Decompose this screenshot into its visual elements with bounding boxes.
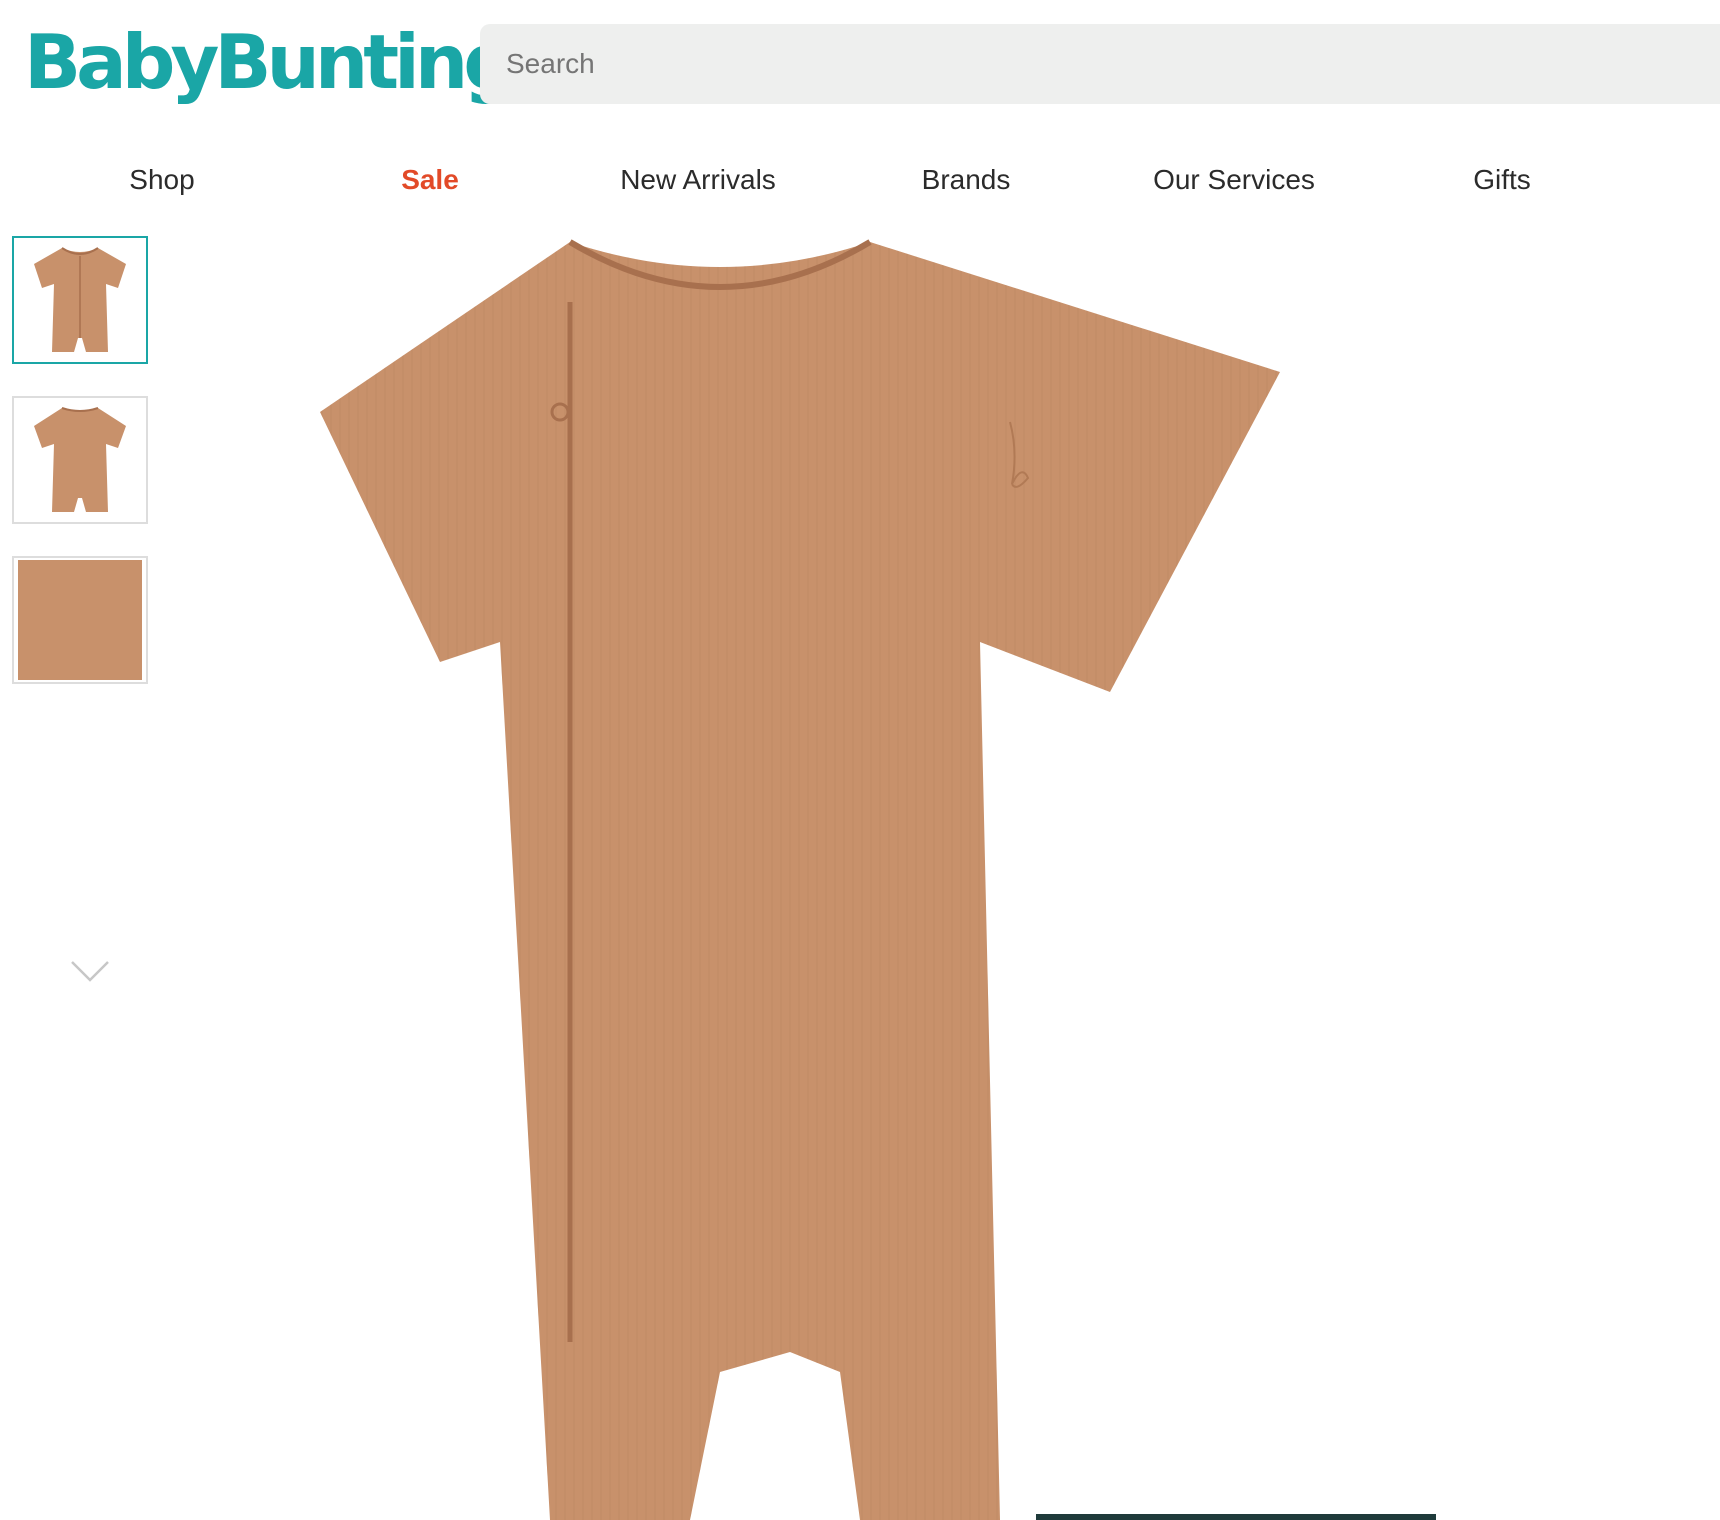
nav-new-arrivals[interactable]: New Arrivals xyxy=(564,138,832,222)
search-bar[interactable] xyxy=(480,24,1720,104)
chevron-down-icon[interactable] xyxy=(68,956,112,986)
thumbnail-front[interactable] xyxy=(12,236,148,364)
romper-front-image xyxy=(34,247,126,352)
nav-sale[interactable]: Sale xyxy=(296,138,564,222)
product-main-image xyxy=(320,239,1280,1520)
nav-our-services[interactable]: Our Services xyxy=(1100,138,1368,222)
site-header: BabyBunting xyxy=(0,0,1720,128)
thumbnail-fabric[interactable] xyxy=(12,556,148,684)
romper-body xyxy=(320,242,1280,1520)
sticky-bar-edge xyxy=(1036,1514,1436,1520)
main-nav: Shop Sale New Arrivals Brands Our Servic… xyxy=(0,138,1720,222)
nav-shop[interactable]: Shop xyxy=(28,138,296,222)
nav-brands[interactable]: Brands xyxy=(832,138,1100,222)
logo[interactable]: BabyBunting xyxy=(24,16,517,108)
search-input[interactable] xyxy=(504,47,1720,81)
fabric-detail-image xyxy=(18,560,142,680)
romper-back-image xyxy=(34,407,126,512)
thumbnail-back[interactable] xyxy=(12,396,148,524)
nav-gifts[interactable]: Gifts xyxy=(1368,138,1636,222)
